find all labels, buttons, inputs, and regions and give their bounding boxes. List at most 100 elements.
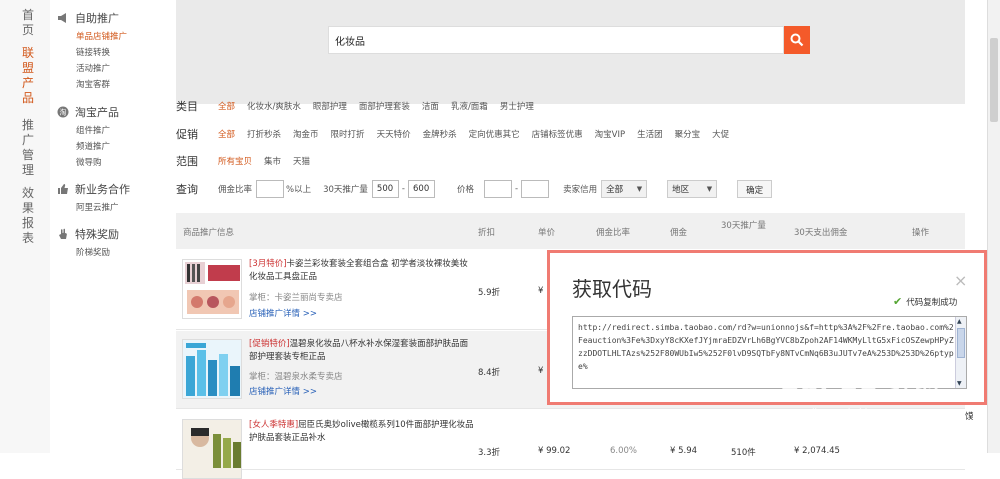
column-header[interactable]: 单价 (538, 226, 555, 238)
filter-option[interactable]: 男士护理 (500, 100, 534, 112)
filter-category-row: 类目 全部 化妆水/爽肤水 眼部护理 面部护理套装 洁面 乳液/面霜 男士护理 (176, 97, 546, 115)
filter-query-row: 查询 佣金比率 %以上 30天推广量 500 - 600 价格 - 卖家信用 全… (176, 180, 773, 198)
product-title[interactable]: [促销特价]温碧泉化妆品八杯水补水保湿套装面部护肤品面部护理套装专柜正品 (249, 338, 474, 364)
filter-option[interactable]: 集市 (264, 155, 281, 167)
subnav-item-ladder[interactable]: 阶梯奖励 (76, 245, 119, 261)
product-image[interactable] (182, 339, 242, 399)
copy-status: ✔ 代码复制成功 (893, 295, 957, 308)
filter-option[interactable]: 淘金币 (293, 128, 319, 140)
code-scrollbar[interactable]: ▲ ▼ (955, 317, 966, 388)
nav-home[interactable]: 首页 (20, 8, 36, 38)
product-title[interactable]: [3月特价]卡姿兰彩妆套装全套组合盒 初学者淡妆裸妆美妆化妆品工具盘正品 (249, 258, 474, 284)
filter-option[interactable]: 全部 (218, 128, 235, 140)
shop-detail-link[interactable]: 店铺推广详情 >> (249, 385, 317, 397)
commission-value: ¥ 5.94 (670, 446, 698, 456)
filter-label: 促销 (176, 128, 198, 141)
region-select[interactable]: 地区 ▼ (667, 180, 718, 198)
subnav-item-channel[interactable]: 频道推广 (76, 139, 119, 155)
volume-max-input[interactable]: 600 (408, 180, 435, 198)
hand-icon (56, 228, 69, 241)
commission-label: 佣金比率 (218, 185, 253, 195)
price-max-input[interactable] (521, 180, 550, 198)
product-image[interactable] (182, 259, 242, 319)
confirm-button[interactable]: 确定 (737, 180, 773, 198)
range-dash: - (515, 184, 519, 194)
subnav-item-group[interactable]: 淘宝客群 (76, 77, 127, 93)
filter-option[interactable]: 天猫 (293, 155, 310, 167)
subnav-item-single-shop[interactable]: 单品店铺推广 (76, 29, 127, 45)
shop-detail-link[interactable]: 店铺推广详情 >> (249, 307, 317, 319)
filter-option[interactable]: 乳液/面霜 (451, 100, 488, 112)
price-min-input[interactable] (484, 180, 513, 198)
credit-select[interactable]: 全部 ▼ (601, 180, 648, 198)
table-row: [女人季特惠]屈臣氏奥妙olive橄榄系列10件面部护理化妆品护肤品套装正品补水… (176, 410, 965, 479)
promo-tag: [女人季特惠] (249, 420, 299, 430)
nav-promo-manage[interactable]: 推广管理 (20, 118, 36, 178)
subnav-item-micro-guide[interactable]: 微导购 (76, 155, 119, 171)
price-value: ¥ (538, 366, 544, 376)
shop-name: 掌柜：温碧泉水柔专卖店 (249, 372, 343, 382)
volume-label: 30天推广量 (323, 185, 368, 195)
filter-option[interactable]: 限时打折 (331, 128, 365, 140)
filter-option[interactable]: 打折秒杀 (247, 128, 281, 140)
megaphone-icon (56, 12, 69, 25)
close-icon[interactable]: × (954, 271, 967, 290)
column-header[interactable]: 佣金比率 (596, 226, 630, 238)
volume-min-input[interactable]: 500 (371, 180, 399, 198)
checkmark-icon: ✔ (893, 295, 903, 308)
filter-option[interactable]: 聚分宝 (675, 128, 701, 140)
subnav-item-link-convert[interactable]: 链接转换 (76, 45, 127, 61)
filter-option[interactable]: 所有宝贝 (218, 155, 252, 167)
filter-option[interactable]: 大促 (712, 128, 729, 140)
spend-value: ¥ 2,074.45 (794, 446, 840, 456)
shop-name: 掌柜：卡姿兰丽尚专卖店 (249, 293, 343, 303)
filter-option[interactable]: 店铺标签优惠 (532, 128, 583, 140)
subnav-item-aliyun[interactable]: 阿里云推广 (76, 200, 130, 216)
nav-alliance-products[interactable]: 联盟产品 (20, 46, 36, 106)
filter-option[interactable]: 金牌秒杀 (423, 128, 457, 140)
volume-value: 510件 (731, 448, 756, 458)
column-header[interactable]: 30天推广量 (721, 219, 766, 231)
filter-option[interactable]: 全部 (218, 100, 235, 112)
filter-option[interactable]: 面部护理套装 (359, 100, 410, 112)
filter-option[interactable]: 洁面 (422, 100, 439, 112)
copy-status-text: 代码复制成功 (906, 297, 958, 308)
scrollbar-thumb[interactable] (957, 328, 965, 358)
filter-label: 范围 (176, 155, 198, 168)
subnav-section-title: 新业务合作 (75, 183, 130, 196)
filter-option[interactable]: 淘宝VIP (595, 128, 625, 140)
column-header[interactable]: 折扣 (478, 226, 495, 238)
discount-value: 5.9折 (478, 288, 501, 298)
scroll-down-icon[interactable]: ▼ (957, 380, 962, 387)
credit-select-value: 全部 (606, 185, 624, 195)
filter-option[interactable]: 生活团 (637, 128, 663, 140)
product-image[interactable] (182, 419, 242, 479)
filter-option[interactable]: 定向优惠其它 (469, 128, 520, 140)
watermark-logo: Bai du 经验 (780, 368, 943, 398)
subnav-item-widget[interactable]: 组件推广 (76, 123, 119, 139)
commission-input[interactable] (256, 180, 285, 198)
price-value: ¥ 99.02 (538, 446, 571, 456)
scroll-up-icon[interactable]: ▲ (957, 318, 962, 325)
credit-label: 卖家信用 (563, 185, 598, 195)
column-header[interactable]: 佣金 (670, 226, 687, 238)
search-input[interactable]: 化妆品 (328, 26, 784, 54)
filter-option[interactable]: 天天特价 (377, 128, 411, 140)
dialog-title: 获取代码 (572, 277, 652, 301)
discount-value: 3.3折 (478, 448, 501, 458)
page-scrollbar[interactable] (987, 0, 1000, 453)
column-header[interactable]: 30天支出佣金 (794, 226, 847, 238)
scrollbar-thumb[interactable] (990, 38, 998, 122)
filter-option[interactable]: 眼部护理 (313, 100, 347, 112)
commission-suffix: %以上 (286, 185, 312, 195)
subnav-item-activity[interactable]: 活动推广 (76, 61, 127, 77)
filter-option[interactable]: 化妆水/爽肤水 (247, 100, 301, 112)
search-button[interactable] (784, 26, 810, 54)
side-text: 馍 (965, 412, 974, 422)
subnav-section-new-business: 新业务合作 阿里云推广 (56, 182, 130, 216)
nav-reports[interactable]: 效果报表 (20, 186, 36, 246)
main-vertical-nav: 首页 联盟产品 推广管理 效果报表 (0, 0, 50, 453)
range-dash: - (401, 184, 405, 194)
product-title[interactable]: [女人季特惠]屈臣氏奥妙olive橄榄系列10件面部护理化妆品护肤品套装正品补水 (249, 419, 474, 445)
subnav-section-title: 淘宝产品 (75, 106, 119, 119)
